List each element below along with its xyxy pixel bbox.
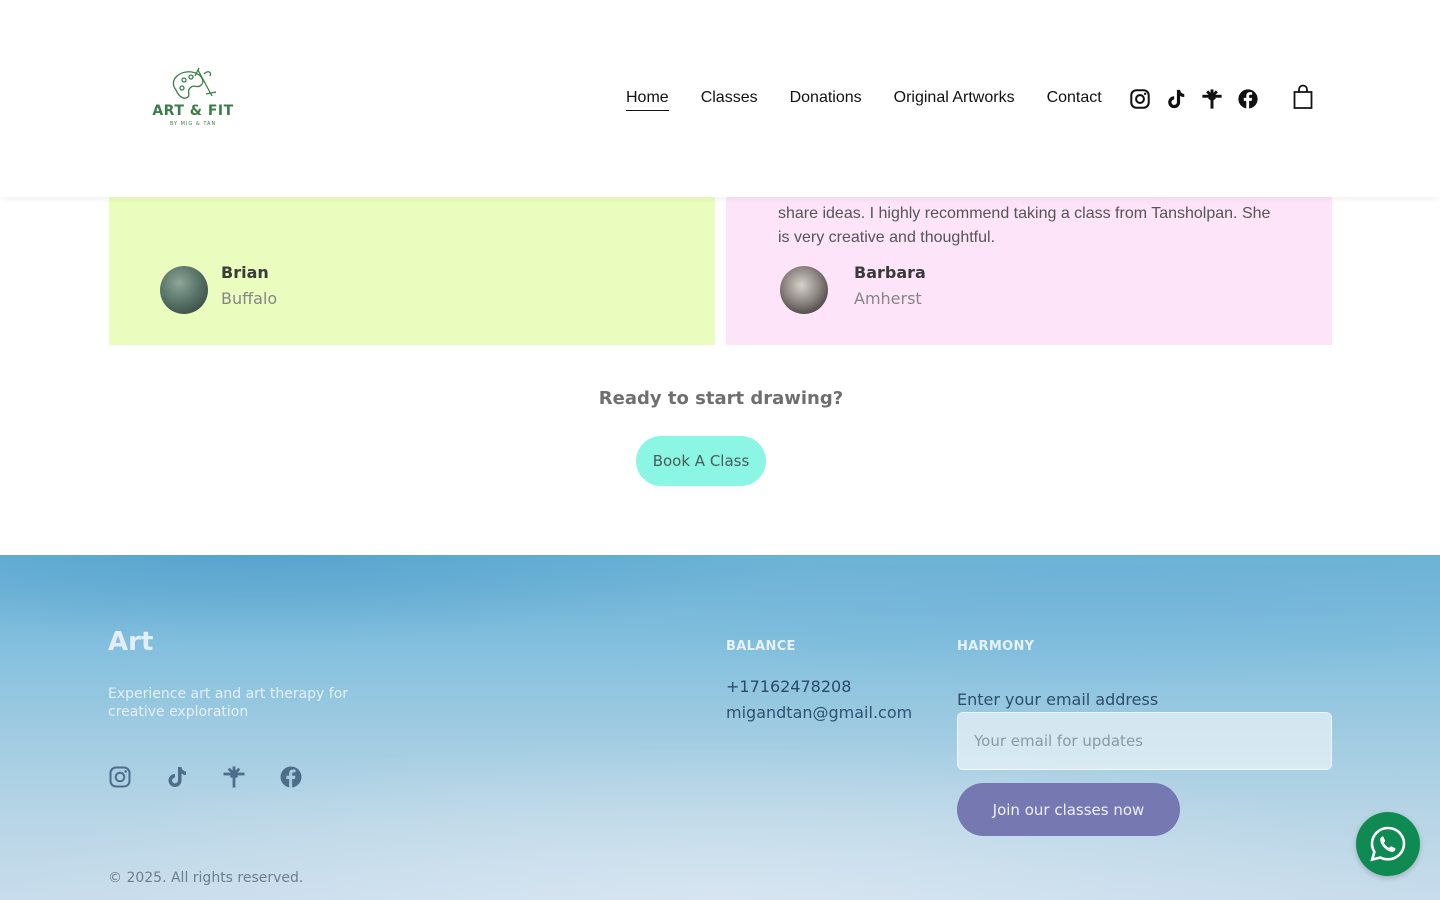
phone-link[interactable]: +17162478208 [726, 677, 851, 696]
nav-original-artworks[interactable]: Original Artworks [894, 88, 1015, 111]
tiktok-icon[interactable] [165, 765, 189, 789]
avatar [160, 266, 208, 314]
nav-donations[interactable]: Donations [790, 88, 862, 111]
author-name: Brian [221, 262, 269, 282]
whatsapp-icon [1370, 826, 1406, 862]
testimonial-quote: share ideas. I highly recommend taking a… [778, 205, 1271, 246]
nav-contact[interactable]: Contact [1047, 88, 1102, 111]
balance-title: BALANCE [726, 639, 796, 654]
avatar [780, 266, 828, 314]
author-name: Barbara [854, 262, 926, 282]
linktree-icon[interactable] [1200, 87, 1224, 111]
facebook-icon[interactable] [279, 765, 303, 789]
nav-classes[interactable]: Classes [701, 88, 758, 111]
main-nav: Home Classes Donations Original Artworks… [626, 88, 1102, 111]
email-field[interactable] [957, 712, 1332, 770]
copyright: © 2025. All rights reserved. [108, 870, 304, 886]
instagram-icon[interactable] [1128, 87, 1152, 111]
header-social-links [1128, 87, 1260, 111]
join-classes-button[interactable]: Join our classes now [957, 783, 1180, 836]
tiktok-icon[interactable] [1164, 87, 1188, 111]
facebook-icon[interactable] [1236, 87, 1260, 111]
linktree-icon[interactable] [222, 765, 246, 789]
shopping-bag-icon[interactable] [1291, 84, 1315, 110]
whatsapp-button[interactable] [1356, 812, 1420, 876]
logo-subtitle: BY MIG & TAN [169, 121, 217, 127]
harmony-title: HARMONY [957, 639, 1035, 654]
footer-social-links [108, 765, 303, 789]
cta-title: Ready to start drawing? [598, 388, 844, 409]
logo[interactable]: ART & FIT BY MIG & TAN [146, 66, 240, 130]
site-footer: Art Experience art and art therapy for c… [0, 555, 1440, 900]
footer-brand: Art [108, 627, 154, 657]
logo-title: ART & FIT [152, 103, 234, 119]
testimonial-author: Barbara Amherst [780, 263, 926, 314]
author-city: Amherst [854, 288, 922, 308]
nav-home[interactable]: Home [626, 88, 669, 111]
book-a-class-button[interactable]: Book A Class [636, 436, 766, 486]
palette-logo-icon [172, 67, 217, 99]
email-link[interactable]: migandtan@gmail.com [726, 703, 912, 722]
site-header: ART & FIT BY MIG & TAN Home Classes Dona… [0, 0, 1440, 197]
footer-tagline: Experience art and art therapy for creat… [108, 686, 349, 720]
testimonial-author: Brian Buffalo [160, 263, 278, 314]
author-city: Buffalo [221, 288, 278, 308]
instagram-icon[interactable] [108, 765, 132, 789]
email-field-label: Enter your email address [957, 690, 1159, 709]
